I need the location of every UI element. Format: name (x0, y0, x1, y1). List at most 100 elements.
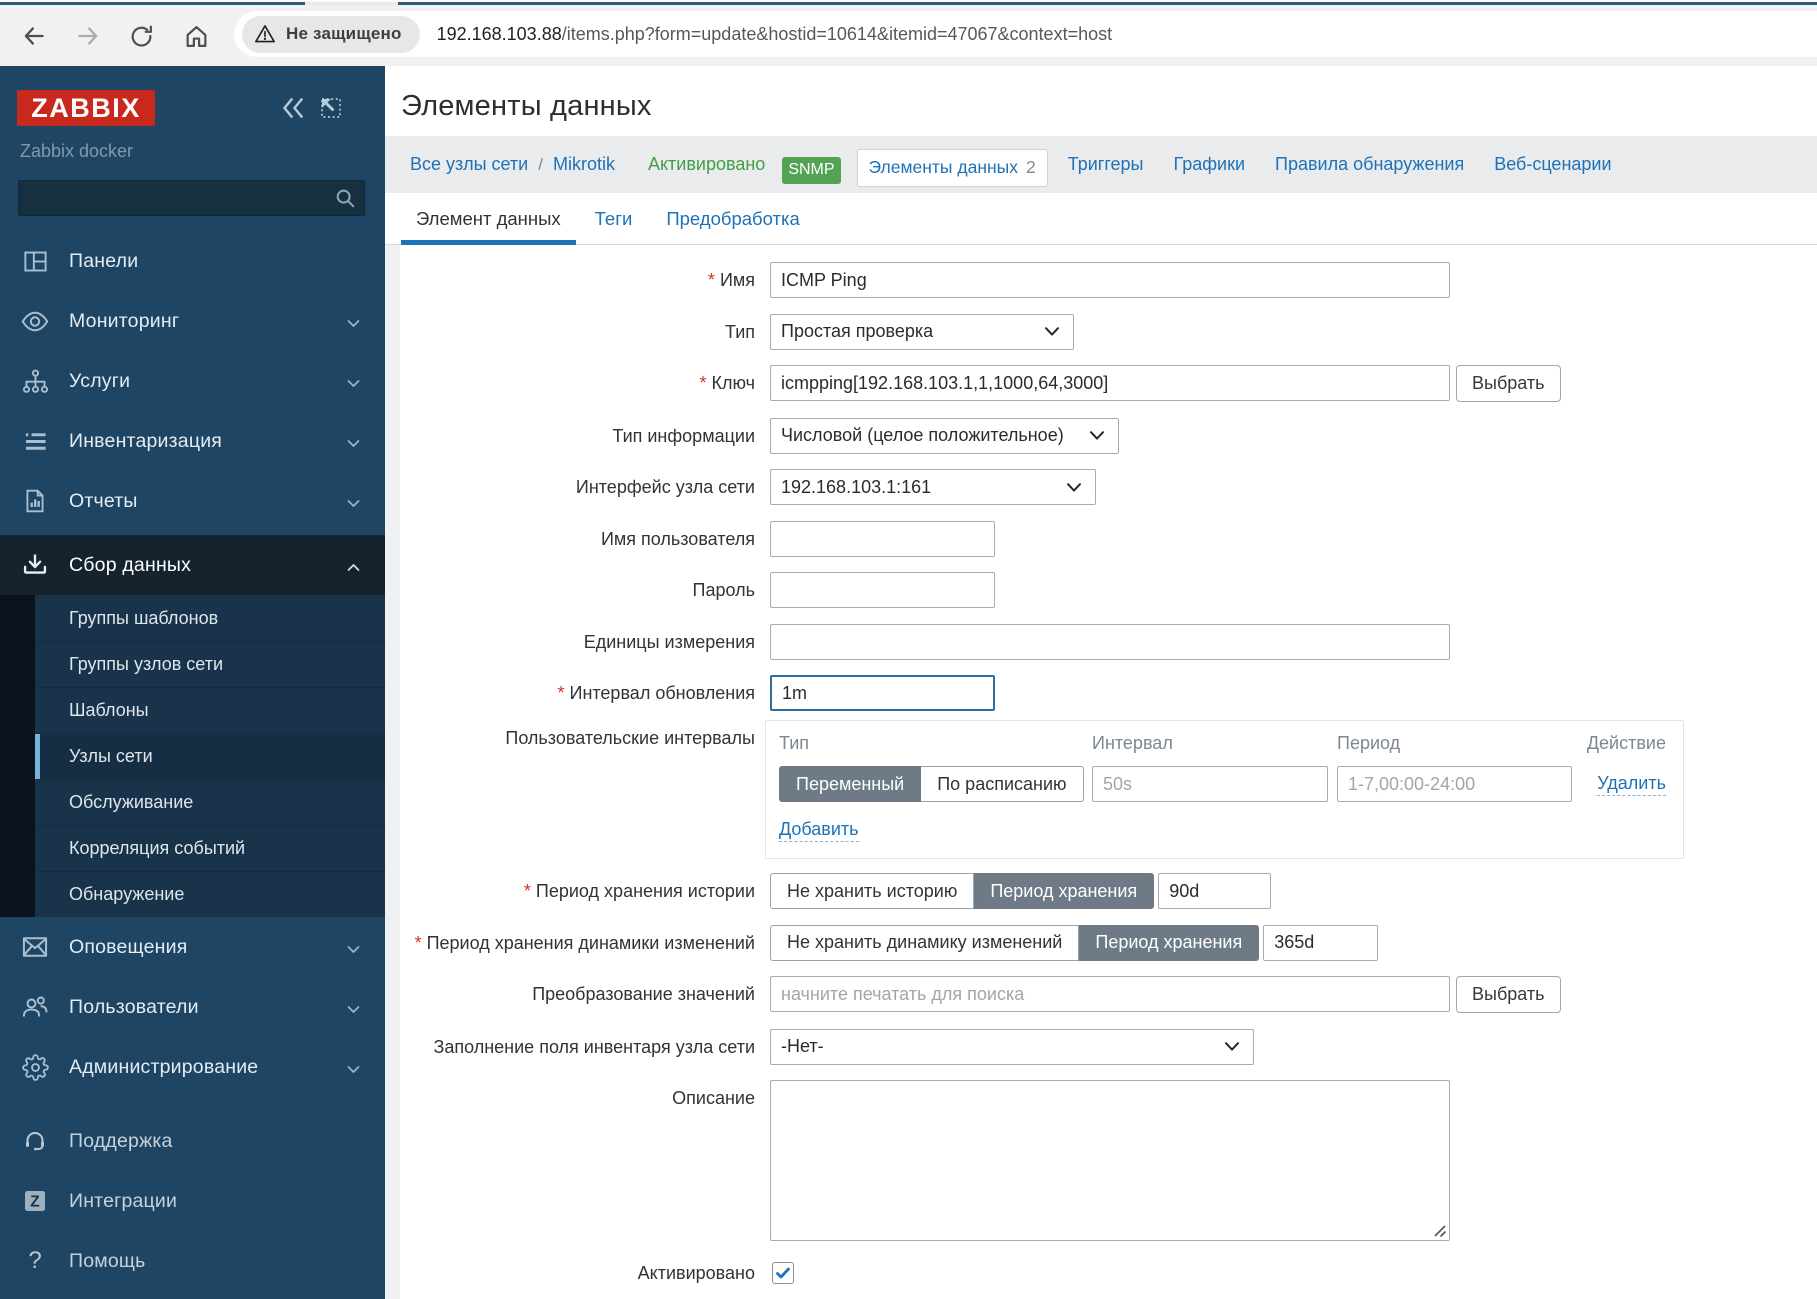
browser-address-bar[interactable]: Не защищено 192.168.103.88/items.php?for… (234, 11, 1817, 57)
ci-type-header: Тип (779, 733, 1092, 753)
key-select-button[interactable]: Выбрать (1456, 365, 1561, 402)
discovery-rules-link[interactable]: Правила обнаружения (1275, 154, 1464, 175)
chevron-down-icon (347, 1001, 360, 1019)
tab-preprocessing[interactable]: Предобработка (651, 193, 814, 244)
sidebar-item-dashboards[interactable]: Панели (0, 231, 385, 291)
chevron-down-icon (347, 495, 360, 513)
name-input[interactable] (770, 262, 1450, 298)
sidebar-item-inventory[interactable]: Инвентаризация (0, 411, 385, 471)
forward-arrow-icon (75, 23, 101, 49)
triggers-link[interactable]: Триггеры (1068, 154, 1144, 175)
reload-icon (129, 24, 154, 49)
zabbix-logo-text: ZABBIX (31, 95, 141, 122)
double-chevron-left-icon (281, 97, 305, 119)
description-textarea[interactable] (770, 1080, 1450, 1241)
name-label: *Имя (400, 262, 755, 298)
submenu-item-templates[interactable]: Шаблоны (35, 687, 385, 733)
sidebar-search[interactable] (18, 180, 365, 216)
username-input[interactable] (770, 521, 995, 557)
site-security-chip[interactable]: Не защищено (242, 16, 420, 53)
trends-on-option[interactable]: Период хранения (1079, 925, 1259, 961)
ci-interval-header: Интервал (1092, 733, 1337, 753)
server-name: Zabbix docker (20, 141, 133, 162)
items-count-box[interactable]: Элементы данных 2 (857, 149, 1048, 187)
ci-add-link[interactable]: Добавить (779, 818, 859, 842)
sidebar-search-input[interactable] (19, 181, 326, 215)
breadcrumb-host-link[interactable]: Mikrotik (553, 154, 615, 175)
inventory-select[interactable]: -Нет- (770, 1029, 1254, 1065)
sidebar-kiosk-button[interactable] (320, 97, 342, 119)
submenu-item-host-groups[interactable]: Группы узлов сети (35, 641, 385, 687)
window-accent-line (0, 2, 1817, 5)
window-accent-line-gap (305, 2, 398, 5)
svg-text:Z: Z (30, 1194, 40, 1211)
ci-remove-link[interactable]: Удалить (1597, 772, 1666, 796)
snmp-badge: SNMP (782, 157, 840, 184)
trends-off-option[interactable]: Не хранить динамику изменений (770, 925, 1079, 961)
chevron-down-icon (1044, 326, 1060, 337)
history-on-option[interactable]: Период хранения (974, 873, 1154, 909)
tab-item[interactable]: Элемент данных (401, 193, 576, 244)
ci-period-input[interactable] (1337, 766, 1572, 802)
main-content: Элементы данных Все узлы сети / Mikrotik… (385, 66, 1817, 1299)
submenu-item-event-correlation[interactable]: Корреляция событий (35, 825, 385, 871)
sidebar-collapse-button[interactable] (281, 97, 305, 119)
data-collection-submenu: Группы шаблонов Группы узлов сети Шаблон… (0, 595, 385, 917)
browser-reload-button[interactable] (119, 14, 163, 58)
key-input[interactable] (770, 365, 1450, 401)
history-segmented: Не хранить историю Период хранения (770, 873, 1154, 909)
username-label: Имя пользователя (400, 521, 755, 557)
update-interval-input[interactable] (770, 675, 995, 711)
form-panel-background: *Имя Тип Простая проверка *Ключ Выбрать (385, 245, 1817, 1299)
submenu-item-discovery[interactable]: Обнаружение (35, 871, 385, 917)
interface-select[interactable]: 192.168.103.1:161 (770, 469, 1096, 505)
valuemap-select-button[interactable]: Выбрать (1456, 976, 1561, 1013)
breadcrumb-all-hosts-link[interactable]: Все узлы сети (410, 154, 528, 175)
home-icon (184, 24, 209, 49)
ci-flexible-option[interactable]: Переменный (779, 766, 921, 802)
chevron-down-icon (347, 435, 360, 453)
type-select[interactable]: Простая проверка (770, 314, 1074, 350)
chevron-down-icon (1066, 482, 1082, 493)
browser-home-button[interactable] (174, 14, 218, 58)
graphs-link[interactable]: Графики (1173, 154, 1245, 175)
zabbix-logo[interactable]: ZABBIX (17, 90, 155, 126)
interface-label: Интерфейс узла сети (400, 469, 755, 505)
submenu-item-maintenance[interactable]: Обслуживание (35, 779, 385, 825)
search-icon[interactable] (326, 187, 364, 209)
chevron-down-icon (347, 1061, 360, 1079)
password-input[interactable] (770, 572, 995, 608)
sidebar-item-administration[interactable]: Администрирование (0, 1037, 385, 1097)
sidebar-item-monitoring[interactable]: Мониторинг (0, 291, 385, 351)
browser-forward-button[interactable] (66, 14, 110, 58)
tab-tags[interactable]: Теги (580, 193, 648, 244)
enabled-checkbox[interactable] (772, 1262, 794, 1284)
web-scenarios-link[interactable]: Веб-сценарии (1494, 154, 1611, 175)
sidebar-item-services[interactable]: Услуги (0, 351, 385, 411)
submenu-item-hosts[interactable]: Узлы сети (35, 733, 385, 779)
url-path: /items.php?form=update&hostid=10614&item… (562, 24, 1112, 44)
submenu-item-template-groups[interactable]: Группы шаблонов (35, 595, 385, 641)
sidebar-item-help[interactable]: ? Помощь (0, 1231, 385, 1291)
sidebar-item-data-collection[interactable]: Сбор данных (0, 535, 385, 595)
sidebar-item-support[interactable]: Поддержка (0, 1111, 385, 1171)
password-label: Пароль (400, 572, 755, 608)
ci-scheduling-option[interactable]: По расписанию (921, 766, 1083, 802)
units-input[interactable] (770, 624, 1450, 660)
ci-interval-input[interactable] (1092, 766, 1328, 802)
sidebar-item-integrations[interactable]: Z Интеграции (0, 1171, 385, 1231)
browser-back-button[interactable] (12, 14, 56, 58)
sidebar-item-reports[interactable]: Отчеты (0, 471, 385, 531)
data-collection-icon (21, 551, 49, 579)
info-type-label: Тип информации (400, 418, 755, 454)
security-chip-label: Не защищено (286, 24, 402, 44)
info-type-select[interactable]: Числовой (целое положительное) (770, 418, 1119, 454)
sidebar-item-users[interactable]: Пользователи (0, 977, 385, 1037)
sidebar-item-alerts[interactable]: Оповещения (0, 917, 385, 977)
trends-value-input[interactable] (1263, 925, 1378, 961)
resize-handle-icon (1433, 1224, 1447, 1238)
valuemap-input[interactable] (770, 976, 1450, 1012)
users-icon (21, 993, 49, 1021)
history-value-input[interactable] (1158, 873, 1271, 909)
history-off-option[interactable]: Не хранить историю (770, 873, 974, 909)
